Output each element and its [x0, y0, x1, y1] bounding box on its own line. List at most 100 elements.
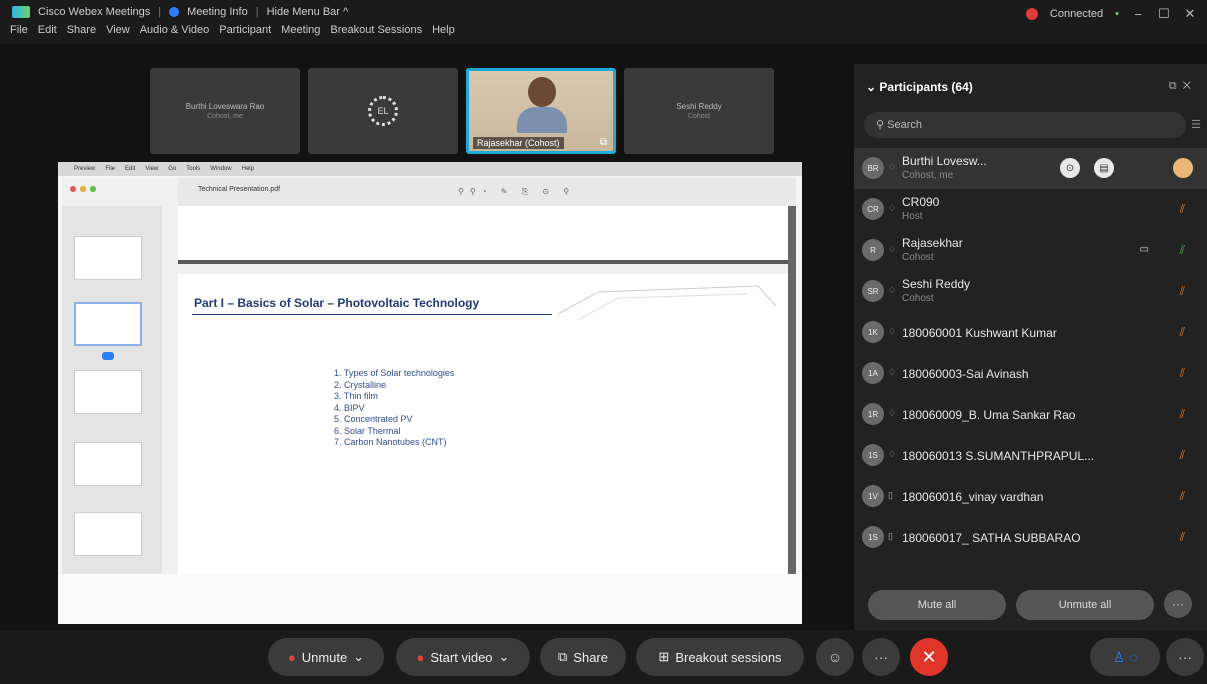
avatar: 1A [862, 362, 884, 384]
slide-list-item: 1. Types of Solar technologies [334, 368, 455, 378]
breakout-sessions-button[interactable]: ⊞ Breakout sessions [636, 638, 804, 676]
end-call-button[interactable]: ✕ [910, 638, 948, 676]
panel-header-icons: ⧉✕ [1169, 80, 1197, 93]
participant-role: Cohost [902, 252, 934, 263]
participant-search-input[interactable]: ⚲ Search [864, 112, 1186, 138]
desktop-device-icon: ♢ [888, 326, 897, 336]
slide-list-item: 5. Concentrated PV [334, 414, 413, 424]
participants-chat-toggle[interactable]: ♙ ◌ [1090, 638, 1160, 676]
unmute-all-button[interactable]: Unmute all [1016, 590, 1154, 620]
participant-row[interactable]: CR ♢ CR090 Host ⫽ [854, 189, 1207, 230]
more-options-button[interactable]: ··· [862, 638, 900, 676]
panel-more-button[interactable]: ··· [1164, 590, 1192, 618]
maximize-button[interactable]: ☐ [1157, 6, 1171, 22]
menu-audio-video[interactable]: Audio & Video [140, 24, 210, 36]
reactions-button[interactable]: ☺ [816, 638, 854, 676]
mic-muted-icon[interactable]: ⫽ [1180, 325, 1185, 340]
desktop-device-icon: ♢ [888, 203, 897, 213]
connection-status[interactable]: Connected [1050, 8, 1103, 20]
menu-breakout-sessions[interactable]: Breakout Sessions [330, 24, 422, 36]
participant-row[interactable]: 1R ♢ 180060009_B. Uma Sankar Rao ⫽ [854, 394, 1207, 435]
participant-row[interactable]: 1V ▯ 180060016_vinay vardhan ⫽ [854, 476, 1207, 517]
participant-row[interactable]: 1A ♢ 180060003-Sai Avinash ⫽ [854, 353, 1207, 394]
shared-menu-item: Help [241, 166, 254, 172]
desktop-device-icon: ♢ [888, 162, 897, 172]
document-toolbar: Technical Presentation.pdf ⚲⚲◔ ✎ ⎘ ⊙ ⚲ [178, 178, 796, 206]
participant-name: 180060017_ SATHA SUBBARAO [902, 531, 1081, 545]
raise-hand-icon [1173, 158, 1193, 178]
page-thumbnail [74, 236, 142, 280]
popout-icon[interactable]: ⧉ [1169, 80, 1183, 92]
share-label: Share [573, 649, 608, 665]
sort-icon[interactable]: ☰ [1191, 118, 1201, 131]
menu-file[interactable]: File [10, 24, 28, 36]
tile-name: Rajasekhar (Cohost) [473, 137, 564, 149]
video-tile[interactable]: Burthi Loveswara Rao Cohost, me [150, 68, 300, 154]
tile-role: Cohost [687, 113, 711, 120]
institution-logo-icon: EL [368, 96, 398, 126]
menu-view[interactable]: View [106, 24, 130, 36]
shared-menu-item: Preview [74, 166, 96, 172]
mic-muted-icon[interactable]: ⫽ [1180, 202, 1185, 217]
participant-row[interactable]: BR ♢ Burthi Lovesw... Cohost, me ⊙ ▤ [854, 148, 1207, 189]
participant-row[interactable]: 1K ♢ 180060001 Kushwant Kumar ⫽ [854, 312, 1207, 353]
participant-action-icon[interactable]: ⊙ [1060, 158, 1080, 178]
close-window-button[interactable]: ✕ [1183, 6, 1197, 22]
mic-muted-icon[interactable]: ⫽ [1180, 489, 1185, 504]
share-button[interactable]: ⧉ Share [540, 638, 626, 676]
menu-participant[interactable]: Participant [219, 24, 271, 36]
menu-help[interactable]: Help [432, 24, 455, 36]
slide-list-item: 3. Thin film [334, 391, 378, 401]
panel-more-options-button[interactable]: ··· [1166, 638, 1204, 676]
panel-footer: Mute all Unmute all ··· [868, 590, 1192, 620]
slide-list-item: 7. Carbon Nanotubes (CNT) [334, 437, 447, 447]
unmute-label: Unmute [301, 649, 348, 665]
screen-share-icon: ⧉ [599, 137, 607, 148]
mic-muted-icon[interactable]: ⫽ [1180, 448, 1185, 463]
hide-menu-bar-button[interactable]: Hide Menu Bar ^ [267, 6, 349, 18]
menu-share[interactable]: Share [67, 24, 96, 36]
mic-active-icon[interactable]: ⫽ [1180, 243, 1185, 258]
avatar: SR [862, 280, 884, 302]
slide-rule [192, 314, 552, 315]
desktop-device-icon: ♢ [888, 367, 897, 377]
video-tile[interactable]: Seshi Reddy Cohost [624, 68, 774, 154]
slide-list-item: 6. Solar Thermal [334, 425, 401, 436]
mic-muted-icon[interactable]: ⫽ [1180, 407, 1185, 422]
participant-row[interactable]: SR ♢ Seshi Reddy Cohost ⫽ [854, 271, 1207, 312]
menu-meeting[interactable]: Meeting [281, 24, 320, 36]
mute-all-button[interactable]: Mute all [868, 590, 1006, 620]
chevron-down-icon[interactable]: ⌄ [499, 649, 510, 665]
recording-icon[interactable] [1025, 8, 1038, 20]
active-speaker-tile[interactable]: Rajasekhar (Cohost) ⧉ [466, 68, 616, 154]
window-controls [70, 186, 96, 192]
slide-title: Part I – Basics of Solar – Photovoltaic … [194, 296, 480, 310]
participant-row[interactable]: 1S ▯ 180060017_ SATHA SUBBARAO ⫽ [854, 517, 1207, 558]
chevron-down-icon[interactable]: ⌄ [353, 649, 364, 665]
unmute-button[interactable]: ● Unmute ⌄ [268, 638, 384, 676]
video-tile[interactable]: EL [308, 68, 458, 154]
thumbnail-sidebar [62, 206, 162, 574]
menu-edit[interactable]: Edit [38, 24, 57, 36]
start-video-button[interactable]: ● Start video ⌄ [396, 638, 530, 676]
participant-role: Host [902, 211, 923, 222]
mic-muted-icon[interactable]: ⫽ [1180, 530, 1185, 545]
participant-menu-icon[interactable]: ▤ [1094, 158, 1114, 178]
speaker-video [517, 77, 567, 133]
avatar: 1R [862, 403, 884, 425]
participant-row[interactable]: R ♢ Rajasekhar Cohost ▭ ⫽ [854, 230, 1207, 271]
camera-on-icon: ▭ [1139, 244, 1149, 255]
mic-muted-icon[interactable]: ⫽ [1180, 284, 1185, 299]
search-icon: ⚲ [876, 119, 888, 131]
mic-muted-icon[interactable]: ⫽ [1180, 366, 1185, 381]
slide-list: 1. Types of Solar technologies 2. Crysta… [334, 368, 454, 449]
participant-name: 180060009_B. Uma Sankar Rao [902, 408, 1076, 422]
meeting-info-link[interactable]: Meeting Info [187, 6, 248, 18]
page-thumbnail-selected [74, 302, 142, 346]
close-panel-icon[interactable]: ✕ [1183, 80, 1197, 92]
participants-title[interactable]: ⌄ Participants (64) [866, 80, 973, 94]
participant-row[interactable]: 1S ♢ 180060013 S.SUMANTHPRAPUL... ⫽ [854, 435, 1207, 476]
mobile-device-icon: ▯ [888, 490, 893, 500]
page-badge [102, 352, 114, 360]
minimize-button[interactable]: − [1131, 7, 1145, 22]
